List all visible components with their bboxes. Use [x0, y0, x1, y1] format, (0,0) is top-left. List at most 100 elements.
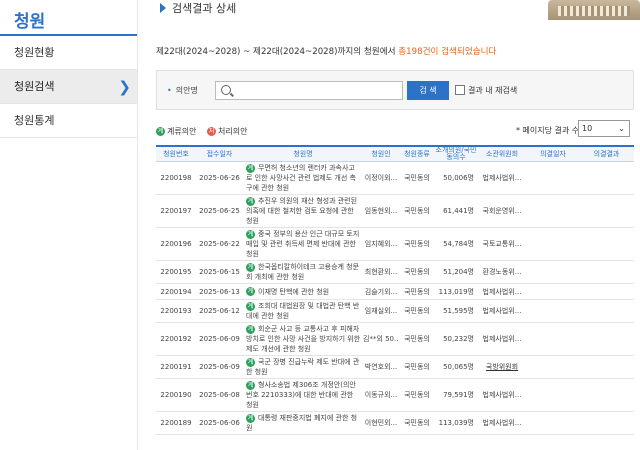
- cell-petition-type: 국민동의: [399, 161, 435, 195]
- table-header-row: 청원번호 접수일자 청원명 청원인 청원종류 소개의원/국민동의수 소관위원회 …: [156, 145, 634, 162]
- cell-decision-result: [579, 161, 634, 195]
- cell-committee: 법제사법위...: [477, 411, 527, 435]
- cell-agree-count: 50,065명: [435, 355, 477, 379]
- pending-bill-icon: 계: [246, 324, 255, 334]
- results-per-page-text: 페이지당 결과 수: [522, 126, 580, 135]
- cell-committee: 법제사법위...: [477, 378, 527, 412]
- cell-petition-type: 국민동의: [399, 411, 435, 435]
- cell-petition-no: 2200190: [156, 378, 196, 412]
- petition-title-link[interactable]: 회순군 사고 등 교통사고 후 피해자 방치로 인한 사망 사건을 방지하기 위…: [246, 325, 360, 353]
- table-row[interactable]: 2200191 2025-06-09 계 국군 장병 진급누락 제도 반대에 관한 청…: [156, 355, 634, 379]
- col-petition-title[interactable]: 청원명: [243, 145, 363, 162]
- cell-petition-no: 2200198: [156, 161, 196, 195]
- search-button[interactable]: 검 색: [407, 81, 449, 100]
- cell-petition-title: 계 대통령 재판중지법 폐지에 관한 청원: [243, 411, 363, 435]
- cell-decision-date: [527, 355, 579, 379]
- cell-petition-no: 2200196: [156, 227, 196, 261]
- cell-petition-type: 국민동의: [399, 227, 435, 261]
- cell-decision-date: [527, 161, 579, 195]
- cell-decision-date: [527, 283, 579, 300]
- petition-title-link[interactable]: 추진우 의원의 재산 형성과 관련된 의혹에 대한 철저한 검토 요청에 관한 …: [246, 197, 357, 225]
- arrow-right-icon: [160, 3, 166, 13]
- table-body: 2200198 2025-06-26 계 무면허 청소년의 렌터카 과속사고로 인한 …: [156, 161, 634, 435]
- col-petitioner[interactable]: 청원인: [363, 145, 399, 162]
- cell-decision-date: [527, 260, 579, 284]
- col-agree-count[interactable]: 소개의원/국민동의수: [435, 145, 477, 162]
- sidebar: 청원 청원현황 청원검색 ❯ 청원통계: [0, 0, 138, 450]
- cell-petition-title: 계 추진우 의원의 재산 형성과 관련된 의혹에 대한 철저한 검토 요청에 관한…: [243, 194, 363, 228]
- sidebar-item-label: 청원현황: [14, 46, 55, 59]
- cell-petition-type: 국민동의: [399, 260, 435, 284]
- cell-received-date: 2025-06-08: [196, 378, 243, 412]
- cell-petition-title: 계 조희대 대법원장 및 대법관 탄핵 반대에 관한 청원: [243, 299, 363, 323]
- petition-title-link[interactable]: 대통령 재판중지법 폐지에 관한 청원: [246, 414, 357, 432]
- cell-committee: 법제사법위...: [477, 161, 527, 195]
- cell-agree-count: 113,039명: [435, 411, 477, 435]
- cell-received-date: 2025-06-09: [196, 322, 243, 356]
- processed-bill-icon: 처: [207, 127, 216, 136]
- sidebar-item-label: 청원통계: [14, 114, 55, 127]
- search-panel: • 의안명 검 색 결과 내 재검색: [156, 70, 634, 110]
- legend: 계 계류의안 처 처리의안: [156, 126, 247, 137]
- cell-decision-date: [527, 378, 579, 412]
- petition-title-link[interactable]: 형사소송법 제306조 개정안(의안번호 2210333)에 대한 반대에 관한…: [246, 381, 356, 409]
- pending-bill-icon: 계: [246, 380, 255, 390]
- cell-petitioner: 최현환외...: [363, 260, 399, 284]
- table-row[interactable]: 2200193 2025-06-12 계 조희대 대법원장 및 대법관 탄핵 반대에 …: [156, 299, 634, 323]
- table-row[interactable]: 2200195 2025-06-15 계 한국옵티칼하이테크 고용승계 청문회 개최에…: [156, 260, 634, 284]
- cell-petition-type: 국민동의: [399, 194, 435, 228]
- cell-committee: 환경노동위...: [477, 260, 527, 284]
- pending-bill-icon: 계: [246, 357, 255, 367]
- pending-bill-icon: 계: [246, 287, 255, 296]
- sidebar-item-petition-status[interactable]: 청원현황: [0, 36, 137, 70]
- cell-decision-result: [579, 355, 634, 379]
- cell-agree-count: 51,595명: [435, 299, 477, 323]
- cell-decision-date: [527, 227, 579, 261]
- search-label-text: 의안명: [175, 86, 198, 95]
- sidebar-item-petition-search[interactable]: 청원검색 ❯: [0, 70, 137, 104]
- col-received-date[interactable]: 접수일자: [196, 145, 243, 162]
- petition-title-link[interactable]: 중국 정부의 용산 인근 대규모 토지 매입 및 관련 취득세 면제 반대에 관…: [246, 230, 359, 258]
- committee-link[interactable]: 국방위원회: [486, 363, 518, 371]
- results-per-page-select[interactable]: 10 ⌄: [578, 120, 630, 137]
- search-input[interactable]: [215, 81, 403, 100]
- col-petition-no[interactable]: 청원번호: [156, 145, 196, 162]
- petition-title-link[interactable]: 무면허 청소년의 렌터카 과속사고로 인한 사망사건 관련 법제도 개선 촉구에…: [246, 164, 356, 192]
- col-committee[interactable]: 소관위원회: [477, 145, 527, 162]
- result-summary: 제22대(2024~2028) ~ 제22대(2024~2028)까지의 청원에…: [156, 45, 496, 57]
- cell-petitioner: 임동현외...: [363, 194, 399, 228]
- search-within-results-checkbox[interactable]: [455, 85, 465, 95]
- col-decision-result[interactable]: 의결결과: [579, 145, 634, 162]
- cell-decision-result: [579, 322, 634, 356]
- cell-received-date: 2025-06-26: [196, 161, 243, 195]
- petition-table: 청원번호 접수일자 청원명 청원인 청원종류 소개의원/국민동의수 소관위원회 …: [156, 145, 634, 435]
- col-decision-date[interactable]: 의결일자: [527, 145, 579, 162]
- cell-petition-type: 국민동의: [399, 322, 435, 356]
- table-row[interactable]: 2200192 2025-06-09 계 회순군 사고 등 교통사고 후 피해자 방치…: [156, 322, 634, 356]
- table-row[interactable]: 2200196 2025-06-22 계 중국 정부의 용산 인근 대규모 토지 매입…: [156, 227, 634, 261]
- petition-title-link[interactable]: 조희대 대법원장 및 대법관 탄핵 반대에 관한 청원: [246, 302, 359, 320]
- sidebar-item-label: 청원검색: [14, 80, 55, 93]
- cell-received-date: 2025-06-13: [196, 283, 243, 300]
- cell-petition-no: 2200194: [156, 283, 196, 300]
- table-row[interactable]: 2200194 2025-06-13 계 이재명 탄핵에 관한 청원 김슬기외... 국민…: [156, 283, 634, 300]
- table-row[interactable]: 2200190 2025-06-08 계 형사소송법 제306조 개정안(의안번호 2…: [156, 378, 634, 412]
- petition-title-link[interactable]: 국군 장병 진급누락 제도 반대에 관한 청원: [246, 358, 359, 376]
- table-row[interactable]: 2200198 2025-06-26 계 무면허 청소년의 렌터카 과속사고로 인한 …: [156, 161, 634, 195]
- cell-petitioner: 이정이외...: [363, 161, 399, 195]
- sidebar-item-petition-stats[interactable]: 청원통계: [0, 104, 137, 138]
- cell-agree-count: 79,591명: [435, 378, 477, 412]
- search-icon: [221, 85, 231, 95]
- search-within-results-label: 결과 내 재검색: [468, 86, 518, 95]
- chevron-right-icon: ❯: [118, 78, 131, 96]
- pending-bill-icon: 계: [156, 127, 165, 136]
- petition-title-link[interactable]: 한국옵티칼하이테크 고용승계 청문회 개최에 관한 청원: [246, 263, 359, 281]
- table-row[interactable]: 2200189 2025-06-06 계 대통령 재판중지법 폐지에 관한 청원 이현민…: [156, 411, 634, 435]
- cell-received-date: 2025-06-12: [196, 299, 243, 323]
- col-petition-type[interactable]: 청원종류: [399, 145, 435, 162]
- cell-decision-result: [579, 283, 634, 300]
- table-row[interactable]: 2200197 2025-06-25 계 추진우 의원의 재산 형성과 관련된 의혹에…: [156, 194, 634, 228]
- cell-decision-result: [579, 411, 634, 435]
- cell-petition-no: 2200197: [156, 194, 196, 228]
- petition-title-link[interactable]: 이재명 탄핵에 관한 청원: [258, 288, 329, 296]
